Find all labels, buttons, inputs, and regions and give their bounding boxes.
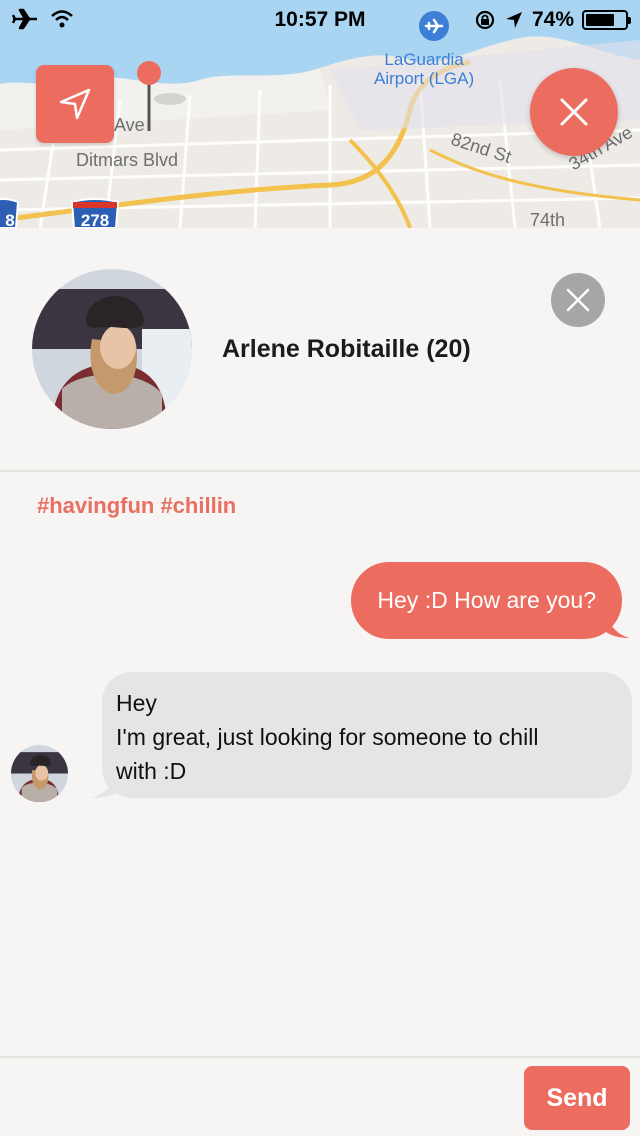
- send-button[interactable]: Send: [524, 1066, 630, 1130]
- incoming-message-line1: Hey: [116, 690, 157, 716]
- sender-avatar[interactable]: [11, 745, 68, 802]
- profile-name: Arlene Robitaille (20): [222, 335, 471, 363]
- battery-icon: [582, 10, 631, 30]
- map-label-airport: LaGuardia Airport (LGA): [374, 50, 474, 88]
- close-map-button[interactable]: [530, 68, 618, 156]
- location-arrow-icon: [505, 12, 522, 28]
- navigation-arrow-icon: [59, 88, 91, 120]
- message-input[interactable]: [14, 1068, 504, 1124]
- airport-line2: Airport (LGA): [374, 69, 475, 88]
- location-pin-icon[interactable]: [136, 61, 196, 135]
- sender-photo: [11, 745, 68, 802]
- profile-header: Arlene Robitaille (20): [0, 228, 640, 472]
- close-icon: [560, 98, 588, 126]
- close-icon: [566, 288, 590, 312]
- incoming-message-line2: I'm great, just looking for someone to c…: [116, 724, 539, 750]
- battery-percent: 74%: [531, 8, 574, 31]
- svg-text:8: 8: [5, 211, 14, 228]
- map-label-74th: 74th: [530, 210, 566, 228]
- avatar[interactable]: [32, 269, 192, 429]
- highway-shield-partial-icon: 8: [0, 198, 20, 228]
- outgoing-message-text: Hey :D How are you?: [377, 587, 596, 613]
- incoming-message-bubble: Hey I'm great, just looking for someone …: [102, 672, 632, 798]
- dismiss-profile-button[interactable]: [551, 273, 605, 327]
- airport-line1: LaGuardia: [384, 50, 464, 69]
- outgoing-bubble-tail: [606, 618, 630, 638]
- highway-278-shield-icon: 278: [70, 198, 120, 228]
- status-bar: 10:57 PM 74%: [0, 0, 640, 40]
- profile-tags: #havingfun #chillin: [37, 493, 237, 518]
- rotation-lock-icon: [475, 10, 495, 30]
- battery-fill: [586, 14, 615, 26]
- map-view[interactable]: LaGuardia Airport (LGA) Ditmars Blvd Ave…: [0, 0, 640, 228]
- profile-photo: [32, 269, 192, 429]
- composer-bar: Send: [0, 1056, 640, 1136]
- locate-me-button[interactable]: [36, 65, 114, 143]
- incoming-message-line3: with :D: [116, 758, 187, 784]
- outgoing-message-bubble: Hey :D How are you?: [351, 562, 622, 639]
- map-label-ditmars: Ditmars Blvd: [76, 150, 179, 170]
- svg-text:278: 278: [81, 211, 109, 228]
